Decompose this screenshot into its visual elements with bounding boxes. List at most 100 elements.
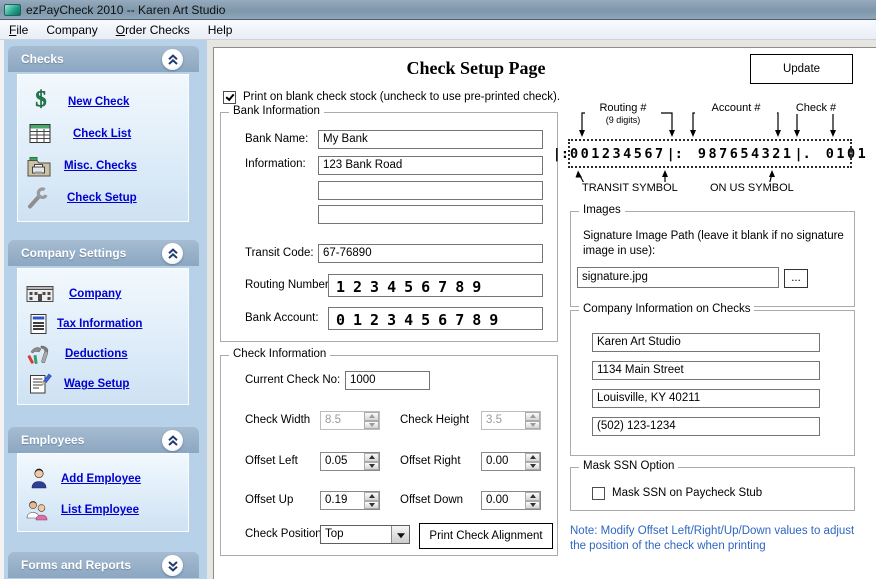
offset-down-stepper[interactable]: 0.00 xyxy=(481,491,541,510)
offset-right-value[interactable]: 0.00 xyxy=(482,453,525,470)
building-icon xyxy=(25,283,55,308)
spin-down-button[interactable] xyxy=(364,462,379,471)
bank-information-line2-input[interactable] xyxy=(318,181,543,200)
spin-down-button xyxy=(364,421,379,430)
browse-signature-button[interactable]: ... xyxy=(784,269,808,288)
current-check-no-label: Current Check No: xyxy=(245,374,340,386)
menu-order-checks[interactable]: Order Checks xyxy=(107,21,199,39)
check-position-label: Check Position xyxy=(245,528,322,540)
sidebar-item-check-list[interactable]: Check List xyxy=(73,128,131,140)
check-information-group-title: Check Information xyxy=(229,348,330,360)
sidebar-item-misc-checks[interactable]: Misc. Checks xyxy=(64,160,137,172)
spin-up-button xyxy=(525,412,540,421)
spin-up-button[interactable] xyxy=(525,492,540,501)
people-icon xyxy=(25,499,49,526)
offset-left-value[interactable]: 0.05 xyxy=(321,453,364,470)
sidebar-item-company[interactable]: Company xyxy=(69,288,121,300)
offset-right-stepper[interactable]: 0.00 xyxy=(481,452,541,471)
check-position-value: Top xyxy=(321,526,391,543)
company-info-group-title: Company Information on Checks xyxy=(579,303,754,315)
check-number-callout-label: Check # xyxy=(788,102,844,114)
signature-image-path-input[interactable]: signature.jpg xyxy=(577,267,779,288)
app-icon xyxy=(4,4,21,16)
wage-document-icon xyxy=(28,373,52,400)
transit-code-input[interactable]: 67-76890 xyxy=(318,244,543,263)
offset-note: Note: Modify Offset Left/Right/Up/Down v… xyxy=(570,524,862,554)
tax-document-icon xyxy=(28,313,50,340)
sidebar-item-wage-setup[interactable]: Wage Setup xyxy=(64,378,129,390)
update-button[interactable]: Update xyxy=(750,54,853,84)
offset-left-stepper[interactable]: 0.05 xyxy=(320,452,380,471)
images-group: Images xyxy=(570,211,855,307)
routing-number-label: Routing Number: xyxy=(245,279,332,291)
company-name-input[interactable]: Karen Art Studio xyxy=(592,333,820,352)
check-width-stepper: 8.5 xyxy=(320,411,380,430)
menu-file[interactable]: File xyxy=(0,21,37,39)
micr-routing-segment: |:001234567|: xyxy=(552,146,684,162)
sidebar-item-check-setup[interactable]: Check Setup xyxy=(67,192,137,204)
offset-down-value[interactable]: 0.00 xyxy=(482,492,525,509)
spin-up-button[interactable] xyxy=(364,453,379,462)
tools-icon xyxy=(26,343,52,373)
bank-information-line3-input[interactable] xyxy=(318,205,543,224)
micr-account-segment: 987654321|. xyxy=(698,146,812,162)
expand-forms-reports-button[interactable] xyxy=(162,555,183,576)
check-list-icon xyxy=(28,122,52,150)
sidebar-item-add-employee[interactable]: Add Employee xyxy=(61,473,141,485)
page-title: Check Setup Page xyxy=(336,58,616,79)
check-height-stepper: 3.5 xyxy=(481,411,541,430)
current-check-no-input[interactable]: 1000 xyxy=(345,371,430,390)
transit-code-label: Transit Code: xyxy=(245,247,314,259)
offset-up-label: Offset Up xyxy=(245,494,293,506)
check-height-value: 3.5 xyxy=(482,412,525,429)
collapse-employees-button[interactable] xyxy=(162,430,183,451)
spin-down-button[interactable] xyxy=(364,501,379,510)
ezpaycheck-window: ezPayCheck 2010 -- Karen Art Studio File… xyxy=(0,0,876,579)
chevron-down-icon[interactable] xyxy=(391,526,409,543)
spin-down-button[interactable] xyxy=(525,462,540,471)
dollar-icon: $ xyxy=(30,86,52,117)
misc-checks-icon xyxy=(26,155,52,183)
mask-ssn-group-title: Mask SSN Option xyxy=(579,460,678,472)
sidebar-item-list-employee[interactable]: List Employee xyxy=(61,504,139,516)
print-blank-stock-label: Print on blank check stock (uncheck to u… xyxy=(243,91,560,103)
wrench-icon xyxy=(26,186,50,215)
offset-right-label: Offset Right xyxy=(400,455,461,467)
routing-digits-sublabel: (9 digits) xyxy=(590,115,656,125)
collapse-company-settings-button[interactable] xyxy=(162,243,183,264)
print-blank-stock-checkbox[interactable] xyxy=(223,91,236,104)
sidebar-item-tax-information[interactable]: Tax Information xyxy=(57,318,142,330)
add-person-icon xyxy=(29,466,49,495)
on-us-symbol-label: ON US SYMBOL xyxy=(710,182,794,194)
print-check-alignment-button[interactable]: Print Check Alignment xyxy=(419,523,553,549)
company-street-input[interactable]: 1134 Main Street xyxy=(592,361,820,380)
bank-account-label: Bank Account: xyxy=(245,312,319,324)
spin-up-button xyxy=(364,412,379,421)
offset-up-stepper[interactable]: 0.19 xyxy=(320,491,380,510)
sidebar-item-new-check[interactable]: New Check xyxy=(68,96,129,108)
routing-number-callout-label: Routing # xyxy=(585,102,661,114)
offset-up-value[interactable]: 0.19 xyxy=(321,492,364,509)
spin-down-button xyxy=(525,421,540,430)
check-width-label: Check Width xyxy=(245,414,310,426)
menu-help[interactable]: Help xyxy=(199,21,242,39)
mask-ssn-checkbox[interactable] xyxy=(592,487,605,500)
bank-name-label: Bank Name: xyxy=(245,133,308,145)
title-bar: ezPayCheck 2010 -- Karen Art Studio xyxy=(0,0,876,20)
bank-name-input[interactable]: My Bank xyxy=(318,130,543,149)
routing-number-input[interactable]: 123456789 xyxy=(328,274,543,297)
spin-up-button[interactable] xyxy=(525,453,540,462)
spin-down-button[interactable] xyxy=(525,501,540,510)
micr-check-segment: 0101 xyxy=(826,146,869,162)
svg-text:$: $ xyxy=(35,86,46,111)
bank-account-input[interactable]: 0123456789 xyxy=(328,307,543,330)
check-height-label: Check Height xyxy=(400,414,469,426)
company-city-state-zip-input[interactable]: Louisville, KY 40211 xyxy=(592,389,820,408)
check-position-dropdown[interactable]: Top xyxy=(320,525,410,544)
company-phone-input[interactable]: (502) 123-1234 xyxy=(592,417,820,436)
menu-company[interactable]: Company xyxy=(37,21,106,39)
collapse-checks-button[interactable] xyxy=(162,49,183,70)
bank-information-line1-input[interactable]: 123 Bank Road xyxy=(318,156,543,175)
spin-up-button[interactable] xyxy=(364,492,379,501)
sidebar-item-deductions[interactable]: Deductions xyxy=(65,348,128,360)
